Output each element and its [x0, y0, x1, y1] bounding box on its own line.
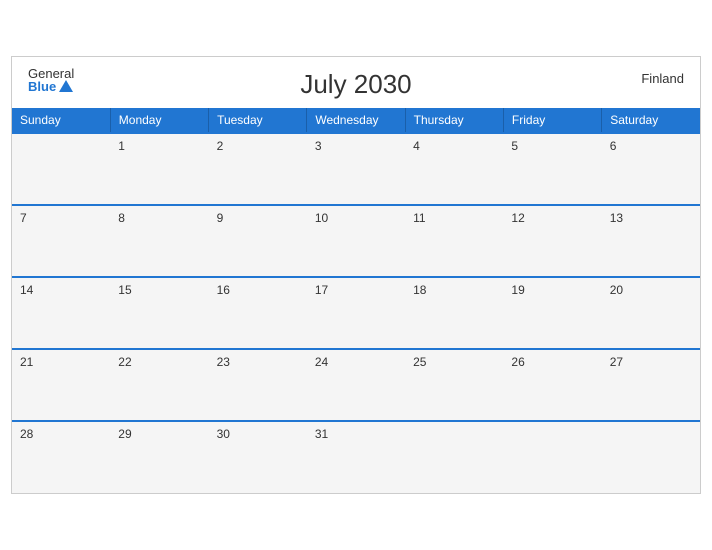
- day-number: 13: [610, 211, 623, 225]
- day-number: 14: [20, 283, 33, 297]
- day-cell: 17: [307, 277, 405, 349]
- day-cell: 6: [602, 133, 700, 205]
- day-number: 23: [217, 355, 230, 369]
- country-label: Finland: [641, 71, 684, 86]
- day-cell: 4: [405, 133, 503, 205]
- day-number: 17: [315, 283, 328, 297]
- day-cell: 24: [307, 349, 405, 421]
- day-number: 12: [511, 211, 524, 225]
- day-number: 20: [610, 283, 623, 297]
- day-cell: 12: [503, 205, 601, 277]
- header-thursday: Thursday: [405, 108, 503, 133]
- day-cell: 11: [405, 205, 503, 277]
- day-cell: 1: [110, 133, 208, 205]
- day-number: 29: [118, 427, 131, 441]
- day-number: 22: [118, 355, 131, 369]
- day-number: 5: [511, 139, 518, 153]
- day-number: 3: [315, 139, 322, 153]
- day-cell: 19: [503, 277, 601, 349]
- day-number: 16: [217, 283, 230, 297]
- day-cell: 8: [110, 205, 208, 277]
- calendar-header: General Blue July 2030 Finland: [12, 57, 700, 108]
- logo-blue-text: Blue: [28, 80, 74, 93]
- day-cell: [405, 421, 503, 493]
- day-number: 19: [511, 283, 524, 297]
- week-row-3: 21 22 23 24 25 26 27: [12, 349, 700, 421]
- day-cell: 18: [405, 277, 503, 349]
- day-cell: 14: [12, 277, 110, 349]
- day-cell: 15: [110, 277, 208, 349]
- day-number: 24: [315, 355, 328, 369]
- logo: General Blue: [28, 67, 74, 93]
- day-number: 15: [118, 283, 131, 297]
- day-cell: [503, 421, 601, 493]
- day-cell: 26: [503, 349, 601, 421]
- weekday-header-row: Sunday Monday Tuesday Wednesday Thursday…: [12, 108, 700, 133]
- day-number: 1: [118, 139, 125, 153]
- calendar-table: Sunday Monday Tuesday Wednesday Thursday…: [12, 108, 700, 493]
- day-number: 25: [413, 355, 426, 369]
- day-cell: 27: [602, 349, 700, 421]
- day-number: 21: [20, 355, 33, 369]
- day-number: 9: [217, 211, 224, 225]
- day-cell: 7: [12, 205, 110, 277]
- day-number: 30: [217, 427, 230, 441]
- day-cell: 16: [209, 277, 307, 349]
- header-friday: Friday: [503, 108, 601, 133]
- day-number: 27: [610, 355, 623, 369]
- day-cell: 13: [602, 205, 700, 277]
- day-cell: 21: [12, 349, 110, 421]
- day-number: 4: [413, 139, 420, 153]
- week-row-4: 28 29 30 31: [12, 421, 700, 493]
- week-row-2: 14 15 16 17 18 19 20: [12, 277, 700, 349]
- day-cell: [602, 421, 700, 493]
- day-cell: 3: [307, 133, 405, 205]
- header-wednesday: Wednesday: [307, 108, 405, 133]
- day-cell: 22: [110, 349, 208, 421]
- day-number: 6: [610, 139, 617, 153]
- header-saturday: Saturday: [602, 108, 700, 133]
- header-tuesday: Tuesday: [209, 108, 307, 133]
- day-cell: 25: [405, 349, 503, 421]
- header-monday: Monday: [110, 108, 208, 133]
- day-number: 28: [20, 427, 33, 441]
- day-cell: 5: [503, 133, 601, 205]
- day-cell: 29: [110, 421, 208, 493]
- day-cell: 28: [12, 421, 110, 493]
- day-number: 10: [315, 211, 328, 225]
- day-cell: 2: [209, 133, 307, 205]
- day-cell: 31: [307, 421, 405, 493]
- day-number: 31: [315, 427, 328, 441]
- day-number: 7: [20, 211, 27, 225]
- day-cell: 9: [209, 205, 307, 277]
- week-row-0: 1 2 3 4 5 6: [12, 133, 700, 205]
- day-number: 18: [413, 283, 426, 297]
- calendar-container: General Blue July 2030 Finland Sunday Mo…: [11, 56, 701, 494]
- day-number: 11: [413, 211, 425, 225]
- day-cell: 23: [209, 349, 307, 421]
- logo-triangle-icon: [59, 80, 73, 92]
- day-cell: 30: [209, 421, 307, 493]
- day-number: 26: [511, 355, 524, 369]
- day-number: 8: [118, 211, 125, 225]
- day-cell: 20: [602, 277, 700, 349]
- day-cell: 10: [307, 205, 405, 277]
- week-row-1: 7 8 9 10 11 12 13: [12, 205, 700, 277]
- day-number: 2: [217, 139, 224, 153]
- day-cell: [12, 133, 110, 205]
- calendar-title: July 2030: [300, 69, 411, 100]
- header-sunday: Sunday: [12, 108, 110, 133]
